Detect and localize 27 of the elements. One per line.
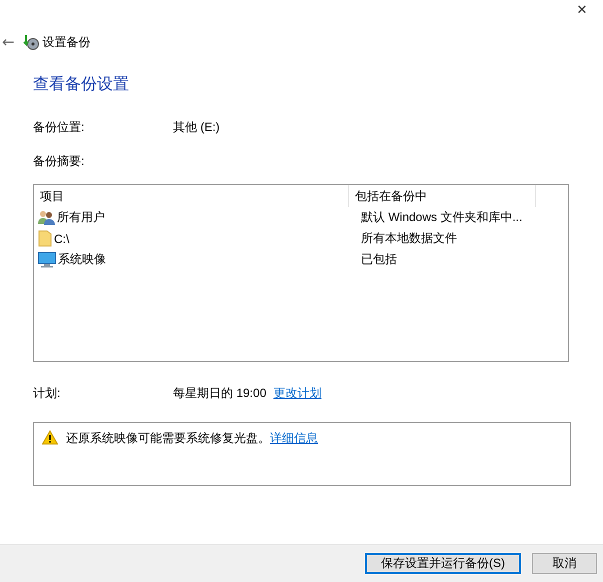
folder-icon <box>38 230 52 247</box>
table-cell: 已包括 <box>361 252 397 266</box>
schedule-label: 计划: <box>33 385 62 402</box>
table-cell: C:\ <box>54 232 70 246</box>
table-cell: 系统映像 <box>58 251 106 268</box>
users-icon <box>38 210 55 225</box>
warning-icon <box>42 430 58 445</box>
table-cell: 所有用户 <box>57 209 105 226</box>
window-title: 设置备份 <box>42 34 91 50</box>
warning-text: 还原系统映像可能需要系统修复光盘。详细信息 <box>66 430 318 447</box>
column-header[interactable]: 项目 <box>34 188 64 204</box>
change-schedule-link[interactable]: 更改计划 <box>273 385 322 402</box>
save-and-run-button[interactable]: 保存设置并运行备份(S) <box>365 553 521 574</box>
cancel-button[interactable]: 取消 <box>532 553 597 574</box>
location-label: 备份位置: <box>33 119 86 136</box>
monitor-icon <box>38 252 56 268</box>
back-button[interactable]: ← <box>2 33 15 51</box>
schedule-value: 每星期日的 19:00 <box>173 385 266 402</box>
backup-icon <box>22 34 39 50</box>
close-button[interactable]: ✕ <box>567 0 597 20</box>
location-value: 其他 (E:) <box>173 119 220 136</box>
table-cell: 所有本地数据文件 <box>361 231 457 245</box>
table-cell: 默认 Windows 文件夹和库中... <box>361 210 522 224</box>
column-header[interactable]: 包括在备份中 <box>349 188 427 204</box>
page-heading: 查看备份设置 <box>33 74 130 95</box>
details-link[interactable]: 详细信息 <box>270 431 318 445</box>
summary-label: 备份摘要: <box>33 154 84 168</box>
